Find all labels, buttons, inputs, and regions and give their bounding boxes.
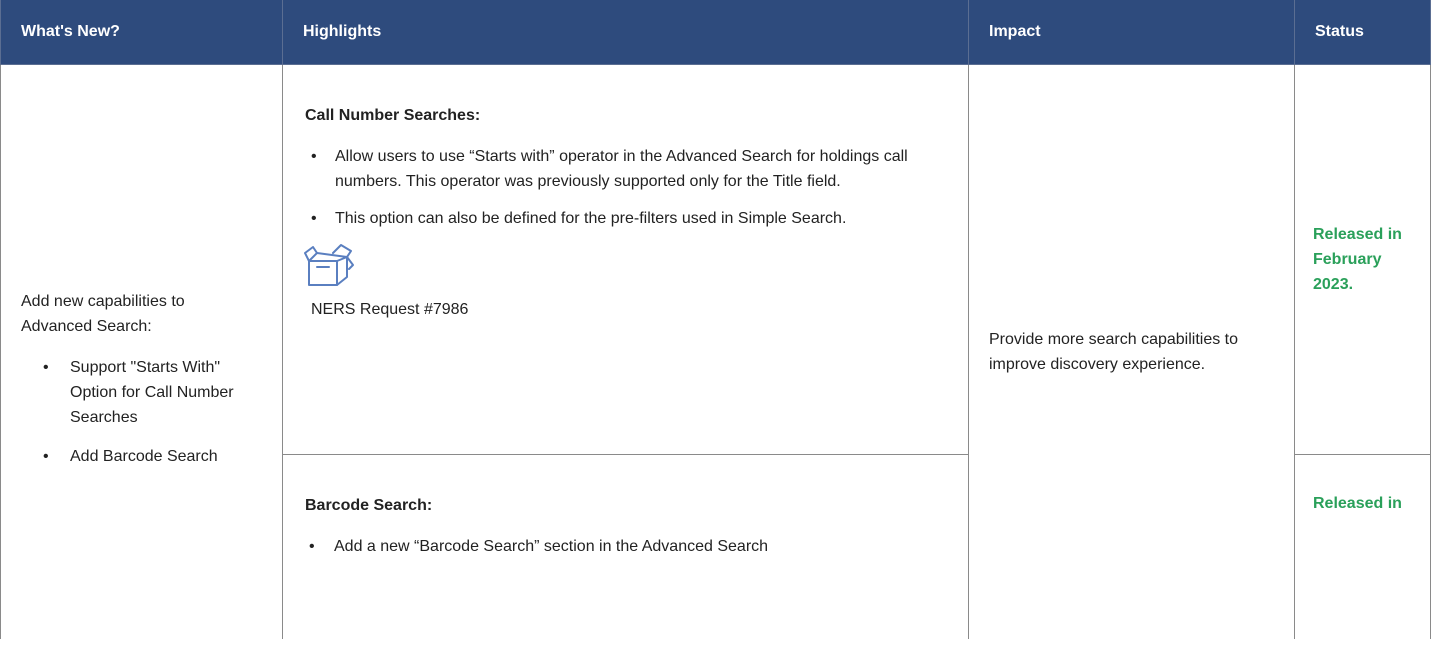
whats-new-cell: Add new capabilities to Advanced Search:… [0,64,283,639]
ners-request: NERS Request #7986 [311,301,469,318]
release-notes-table: What's New? Highlights Impact Status Add… [0,0,1431,639]
highlight-call-number-cell: Call Number Searches: • Allow users to us… [282,64,969,455]
header-highlights: Highlights [282,0,969,65]
highlight-title: Call Number Searches: [305,107,481,124]
header-whats-new: What's New? [0,0,283,65]
bullet-icon: • [43,448,49,465]
bullet-icon: • [311,148,317,165]
list-item: • Allow users to use “Starts with” operat… [305,144,948,194]
list-item: • Add a new “Barcode Search” section in t… [303,534,948,559]
highlight-barcode-cell: Barcode Search: • Add a new “Barcode Sear… [282,454,969,639]
table-header-row: What's New? Highlights Impact Status [0,0,1431,65]
list-item: • Add Barcode Search [21,444,258,469]
list-item-text: Support "Starts With" Option for Call Nu… [70,359,234,426]
list-item: • This option can also be defined for the… [305,206,948,231]
list-item-text: Allow users to use “Starts with” operato… [335,148,908,190]
whats-new-list: • Support "Starts With" Option for Call N… [21,355,258,469]
header-status: Status [1294,0,1431,65]
highlight-title: Barcode Search: [305,497,433,514]
box-icon [304,244,354,286]
table-row: Add new capabilities to Advanced Search:… [0,64,1431,639]
list-item-text: Add Barcode Search [70,448,218,465]
highlight-bullets: • Allow users to use “Starts with” operat… [303,144,948,231]
status-badge: Released in [1313,495,1402,512]
list-item-text: This option can also be defined for the … [335,210,847,227]
list-item-text: Add a new “Barcode Search” section in th… [334,538,769,555]
whats-new-content: Add new capabilities to Advanced Search:… [21,221,258,469]
bullet-icon: • [43,359,49,376]
bullet-icon: • [309,538,315,555]
status-cell: Released in [1294,454,1431,639]
highlight-bullets: • Add a new “Barcode Search” section in t… [303,534,948,559]
whats-new-intro: Add new capabilities to Advanced Search: [21,293,185,335]
header-impact: Impact [968,0,1295,65]
bullet-icon: • [311,210,317,227]
status-badge: Released in February 2023. [1313,226,1402,293]
status-cell: Released in February 2023. [1294,64,1431,455]
list-item: • Support "Starts With" Option for Call N… [21,355,258,430]
release-notes-page: What's New? Highlights Impact Status Add… [0,0,1432,654]
impact-text: Provide more search capabilities to impr… [989,331,1239,373]
impact-cell: Provide more search capabilities to impr… [968,64,1295,639]
